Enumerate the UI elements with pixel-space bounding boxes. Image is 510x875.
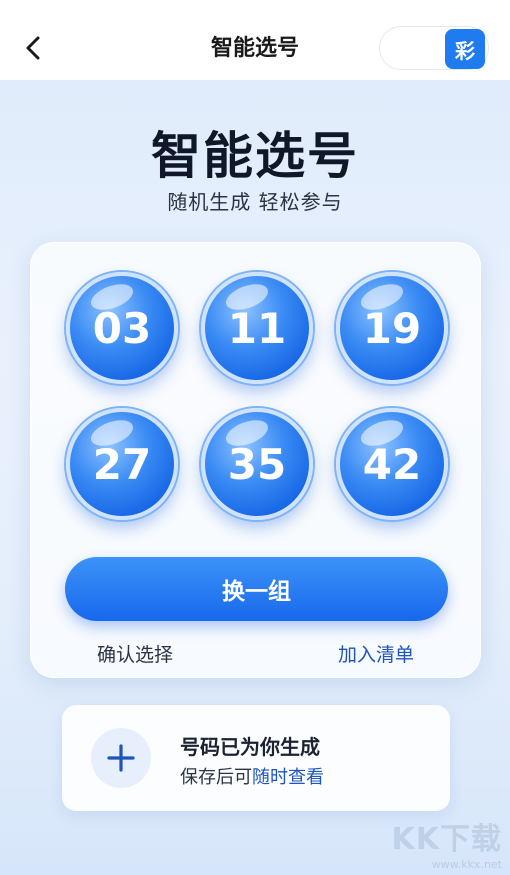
- confirm-selection-link[interactable]: 确认选择: [97, 640, 173, 667]
- page-title: 智能选号: [151, 127, 359, 185]
- add-button[interactable]: [91, 728, 151, 788]
- number-ball: 35: [201, 408, 313, 520]
- watermark: KK下载 www.kkx.net: [392, 814, 503, 871]
- info-subtitle: 保存后可随时查看: [180, 763, 324, 789]
- info-title: 号码已为你生成: [180, 735, 320, 759]
- mode-toggle[interactable]: 彩: [379, 26, 489, 70]
- view-anytime-link[interactable]: 随时查看: [252, 767, 324, 788]
- number-ball: 11: [201, 272, 313, 384]
- add-to-list-link[interactable]: 加入清单: [338, 640, 414, 667]
- number-ball: 19: [336, 272, 448, 384]
- top-nav-bar: 智能选号 彩: [0, 0, 510, 80]
- info-subtitle-text: 保存后可: [180, 767, 252, 788]
- number-balls: 03 11 19 27 35 42: [63, 271, 451, 523]
- number-ball: 42: [336, 408, 448, 520]
- watermark-url: www.kkx.net: [431, 858, 502, 871]
- change-group-button[interactable]: 换一组: [65, 557, 448, 621]
- page-subtitle: 随机生成 轻松参与: [167, 190, 343, 214]
- number-card: 03 11 19 27 35 42 换一组 确认选择 加入清单: [30, 242, 481, 678]
- number-ball: 03: [66, 272, 178, 384]
- toggle-badge: 彩: [445, 29, 485, 69]
- number-ball: 27: [66, 408, 178, 520]
- generated-info-card[interactable]: 号码已为你生成 保存后可随时查看: [62, 705, 450, 811]
- plus-icon: [107, 744, 135, 772]
- watermark-logo: KK下载: [391, 822, 502, 857]
